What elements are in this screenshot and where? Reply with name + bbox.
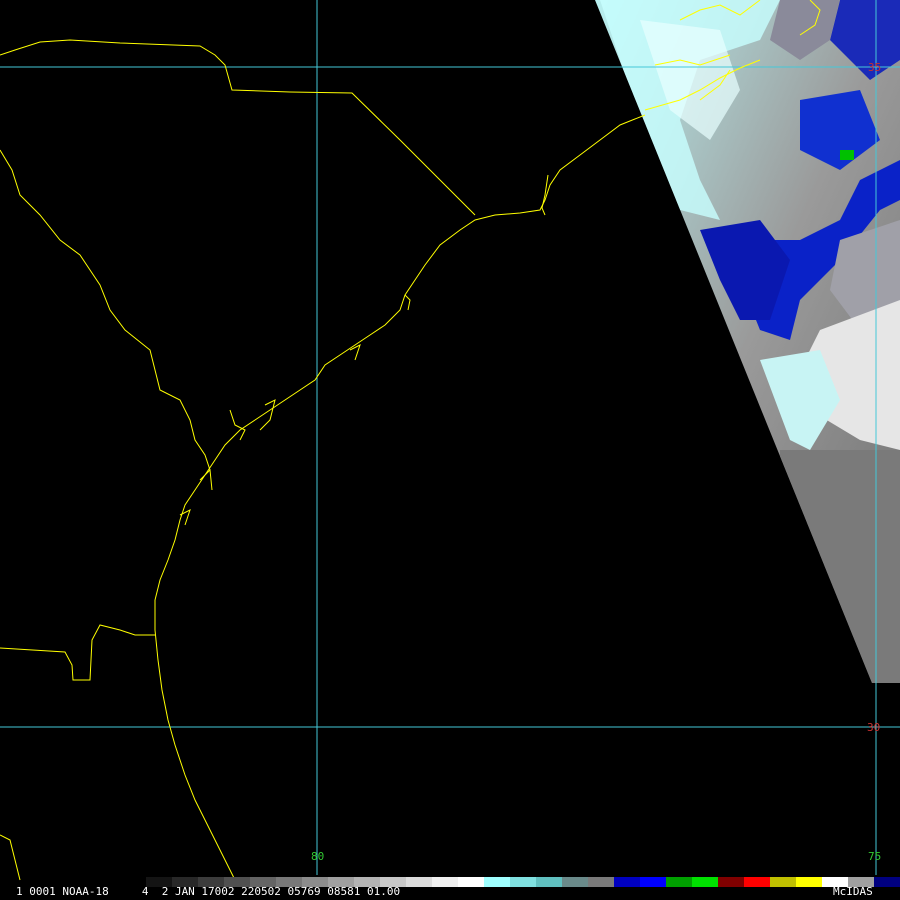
color-bar-segment (744, 877, 771, 887)
color-bar-segment (406, 877, 433, 887)
color-bar-segment (692, 877, 719, 887)
color-bar-segment (562, 877, 589, 887)
color-bar-segment (640, 877, 667, 887)
lon-label-75: 75 (868, 850, 881, 863)
color-bar-segment (536, 877, 563, 887)
southeast-coastline (154, 114, 646, 881)
nc-sc-border (0, 39, 476, 216)
mcidas-brand: McIDAS (833, 885, 873, 898)
color-bar-segment (588, 877, 615, 887)
ga-fl-border (0, 624, 155, 681)
status-text: 1 0001 NOAA-18 4 2 JAN 17002 220502 0576… (16, 885, 401, 898)
color-bar-segment (770, 877, 797, 887)
satellite-map: 35 30 80 75 (0, 0, 900, 887)
sc-ga-border (0, 149, 211, 471)
color-bar-segment (458, 877, 485, 887)
color-bar-segment (484, 877, 511, 887)
lon-label-80: 80 (311, 850, 324, 863)
color-bar-segment (510, 877, 537, 887)
color-bar-segment (796, 877, 823, 887)
satellite-swath (595, 0, 900, 683)
color-bar-segment (666, 877, 693, 887)
color-bar-segment (614, 877, 641, 887)
lat-label-30: 30 (867, 721, 880, 734)
color-bar-segment (432, 877, 459, 887)
lat-label-35: 35 (868, 61, 881, 74)
color-bar-segment (718, 877, 745, 887)
color-bar-segment (874, 877, 900, 887)
